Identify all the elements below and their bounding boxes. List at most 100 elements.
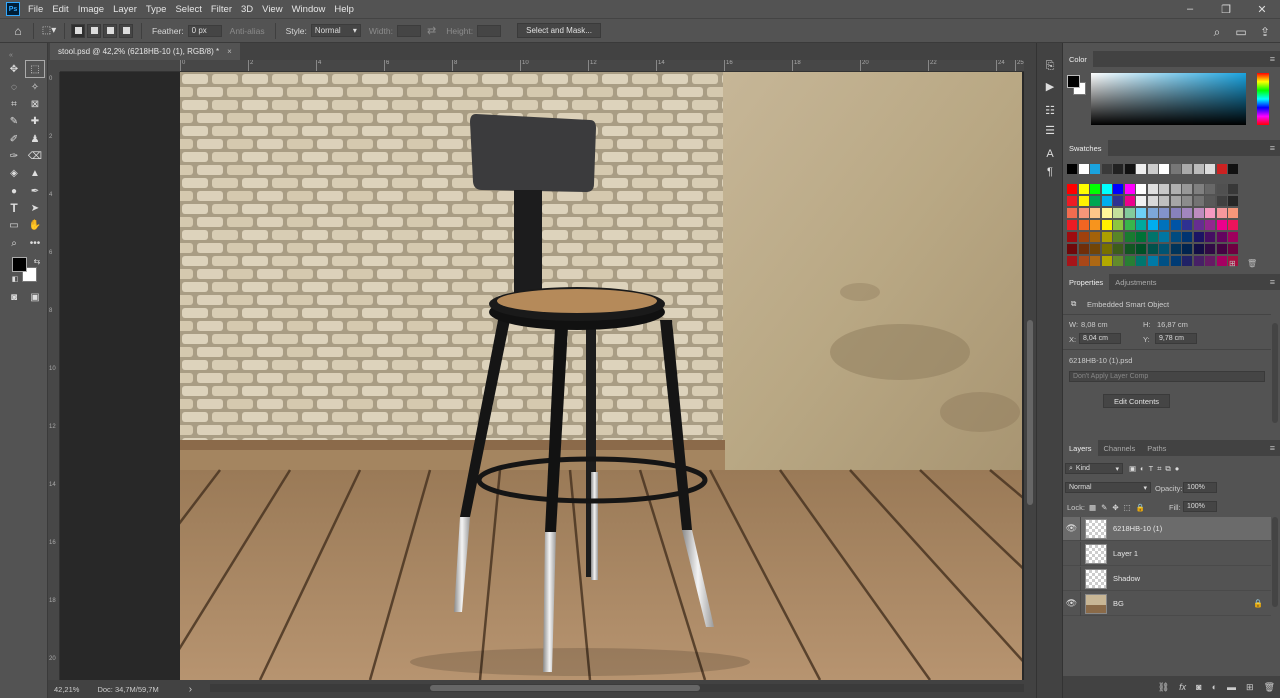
swatch[interactable]: [1182, 184, 1192, 194]
tab-color[interactable]: Color: [1063, 51, 1093, 67]
menu-edit[interactable]: Edit: [52, 4, 68, 15]
swatch[interactable]: [1147, 208, 1158, 218]
default-colors-icon[interactable]: ◧: [6, 271, 24, 287]
swatch[interactable]: [1170, 208, 1181, 218]
swatch-recent[interactable]: [1228, 164, 1238, 174]
swatch[interactable]: [1159, 244, 1169, 254]
eyedropper-tool-icon[interactable]: ✎: [5, 113, 23, 129]
canvas-image[interactable]: [180, 72, 1022, 680]
visibility-eye-icon[interactable]: 👁: [1063, 591, 1081, 616]
healing-brush-tool-icon[interactable]: ✚: [26, 113, 44, 129]
paragraph-icon[interactable]: ¶: [1041, 163, 1059, 181]
menu-view[interactable]: View: [262, 4, 282, 15]
lock-icons[interactable]: ▦✎✥⬚🔒: [1089, 503, 1150, 512]
lasso-tool-icon[interactable]: ◌: [5, 79, 23, 95]
swatch[interactable]: [1216, 232, 1227, 242]
panel-menu-icon[interactable]: ≡: [1270, 143, 1275, 153]
swatch-recent[interactable]: [1090, 164, 1100, 174]
swatch[interactable]: [1090, 220, 1100, 230]
swatch[interactable]: [1090, 232, 1100, 242]
share-icon[interactable]: ⇪: [1256, 23, 1274, 41]
swatch[interactable]: [1113, 196, 1123, 206]
layer-row[interactable]: Shadow: [1063, 566, 1271, 591]
layer-row[interactable]: 👁 6218HB-10 (1): [1063, 516, 1271, 541]
pen-tool-icon[interactable]: ✒: [26, 183, 44, 199]
swatch[interactable]: [1101, 208, 1112, 218]
swatch[interactable]: [1182, 232, 1192, 242]
swatch[interactable]: [1193, 220, 1204, 230]
swatch[interactable]: [1147, 244, 1158, 254]
magic-wand-tool-icon[interactable]: ✧: [26, 79, 44, 95]
document-tab[interactable]: stool.psd @ 42,2% (6218HB-10 (1), RGB/8)…: [50, 43, 240, 60]
swap-colors-icon[interactable]: ⇆: [28, 253, 46, 269]
swatch[interactable]: [1090, 208, 1100, 218]
swatch[interactable]: [1159, 256, 1169, 266]
swatch[interactable]: [1159, 196, 1169, 206]
swatch[interactable]: [1136, 196, 1146, 206]
vertical-scrollbar[interactable]: [1024, 60, 1036, 680]
swatch[interactable]: [1228, 244, 1238, 254]
swatch-recent[interactable]: [1147, 164, 1158, 174]
crop-tool-icon[interactable]: ⌗: [5, 96, 23, 112]
panel-menu-icon[interactable]: ≡: [1270, 277, 1275, 287]
swatch[interactable]: [1101, 232, 1112, 242]
select-and-mask-button[interactable]: Select and Mask...: [517, 23, 601, 38]
height-value[interactable]: 16,87 cm: [1157, 320, 1188, 329]
swatch[interactable]: [1228, 208, 1238, 218]
swatch-recent[interactable]: [1067, 164, 1077, 174]
swatch[interactable]: [1182, 220, 1192, 230]
adjustment-icon[interactable]: ◐: [1212, 682, 1217, 692]
dodge-tool-icon[interactable]: ●: [5, 183, 23, 199]
swatch[interactable]: [1228, 220, 1238, 230]
eraser-tool-icon[interactable]: ⌫: [26, 148, 44, 164]
swatch[interactable]: [1216, 208, 1227, 218]
search-icon[interactable]: ⌕: [1208, 23, 1226, 41]
rectangle-tool-icon[interactable]: ▭: [5, 217, 23, 233]
swatch[interactable]: [1205, 244, 1215, 254]
swatch[interactable]: [1067, 220, 1077, 230]
swatch[interactable]: [1147, 256, 1158, 266]
menu-filter[interactable]: Filter: [211, 4, 232, 15]
brush-tool-icon[interactable]: ✐: [5, 131, 23, 147]
visibility-eye-icon[interactable]: 👁: [1063, 516, 1081, 541]
properties-scrollbar[interactable]: [1272, 323, 1278, 423]
width-value[interactable]: 8,08 cm: [1081, 320, 1108, 329]
swatch[interactable]: [1182, 196, 1192, 206]
color-field[interactable]: [1091, 73, 1246, 125]
tab-layers[interactable]: Layers: [1063, 440, 1098, 456]
trash-icon[interactable]: 🗑: [1247, 259, 1257, 268]
swatch-recent[interactable]: [1078, 164, 1089, 174]
swatch[interactable]: [1147, 184, 1158, 194]
swatch[interactable]: [1078, 256, 1089, 266]
vertical-ruler[interactable]: 0 2 4 6 8 10 12 14 16 18 20: [48, 72, 60, 680]
layer-name[interactable]: Shadow: [1113, 574, 1140, 583]
swatch[interactable]: [1101, 220, 1112, 230]
x-input[interactable]: 8,04 cm: [1079, 333, 1121, 344]
swatch[interactable]: [1067, 256, 1077, 266]
close-tab-icon[interactable]: ×: [227, 47, 232, 56]
home-icon[interactable]: ⌂: [9, 22, 27, 40]
menu-type[interactable]: Type: [146, 4, 167, 15]
layer-row[interactable]: Layer 1: [1063, 541, 1271, 566]
swap-dimensions-icon[interactable]: ⇄: [427, 24, 436, 37]
new-swatch-icon[interactable]: ⊞: [1229, 259, 1236, 268]
menu-image[interactable]: Image: [78, 4, 104, 15]
horizontal-ruler[interactable]: 0 2 4 6 8 10 12 14 16 18 20 22 24 25: [60, 60, 1024, 72]
swatch[interactable]: [1078, 196, 1089, 206]
hand-tool-icon[interactable]: ✋: [26, 217, 44, 233]
swatch[interactable]: [1078, 184, 1089, 194]
fx-icon[interactable]: fx: [1179, 682, 1186, 692]
layers-scrollbar[interactable]: [1272, 517, 1278, 607]
swatch[interactable]: [1205, 208, 1215, 218]
panel-menu-icon[interactable]: ≡: [1270, 443, 1275, 453]
character-icon[interactable]: A: [1041, 145, 1059, 163]
swatch[interactable]: [1228, 232, 1238, 242]
horizontal-scrollbar[interactable]: [210, 684, 1024, 692]
swatch[interactable]: [1124, 220, 1135, 230]
swatch[interactable]: [1170, 220, 1181, 230]
swatch[interactable]: [1101, 244, 1112, 254]
adjustments-icon[interactable]: ☰: [1041, 121, 1059, 139]
link-icon[interactable]: ⛓: [1158, 682, 1169, 693]
new-layer-icon[interactable]: ⊞: [1246, 682, 1254, 693]
swatch[interactable]: [1205, 220, 1215, 230]
